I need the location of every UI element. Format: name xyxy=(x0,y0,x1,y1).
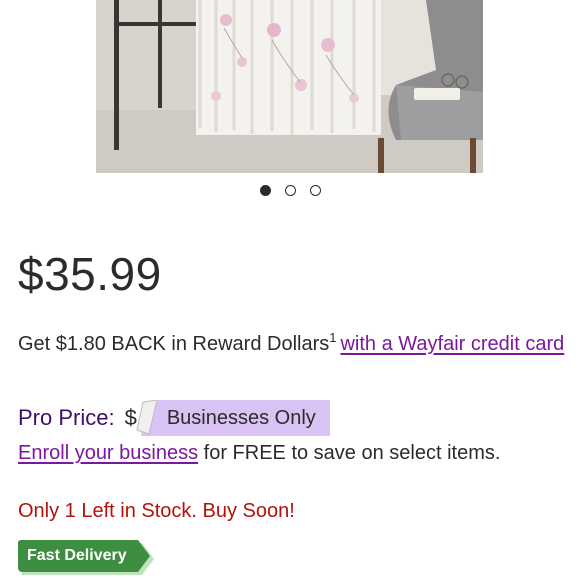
credit-card-link[interactable]: with a Wayfair credit card xyxy=(340,333,564,355)
fast-delivery-label: Fast Delivery xyxy=(27,547,127,564)
peel-corner-icon xyxy=(135,399,158,436)
stock-warning: Only 1 Left in Stock. Buy Soon! xyxy=(18,500,295,522)
carousel-dot-3[interactable] xyxy=(309,185,321,196)
product-photo-curtains xyxy=(96,0,483,173)
pro-price-label: Pro Price: xyxy=(18,405,115,430)
enroll-business-text: Enroll your business for FREE to save on… xyxy=(18,438,500,468)
carousel-dot-1[interactable] xyxy=(259,185,271,196)
product-image[interactable] xyxy=(96,0,483,173)
enroll-business-link[interactable]: Enroll your business xyxy=(18,442,198,464)
enroll-text: for FREE to save on select items. xyxy=(198,442,501,464)
reward-footnote[interactable]: 1 xyxy=(329,330,336,345)
businesses-only-badge[interactable]: Businesses Only xyxy=(156,400,330,436)
product-price: $35.99 xyxy=(18,248,162,300)
reward-text: Get $1.80 BACK in Reward Dollars xyxy=(18,333,330,355)
reward-dollars-text: Get $1.80 BACK in Reward Dollars1 with a … xyxy=(18,322,570,360)
carousel-dot-2[interactable] xyxy=(284,185,296,196)
pro-price-row: Pro Price: $ Businesses Only xyxy=(18,399,330,436)
carousel-indicator xyxy=(0,185,580,196)
